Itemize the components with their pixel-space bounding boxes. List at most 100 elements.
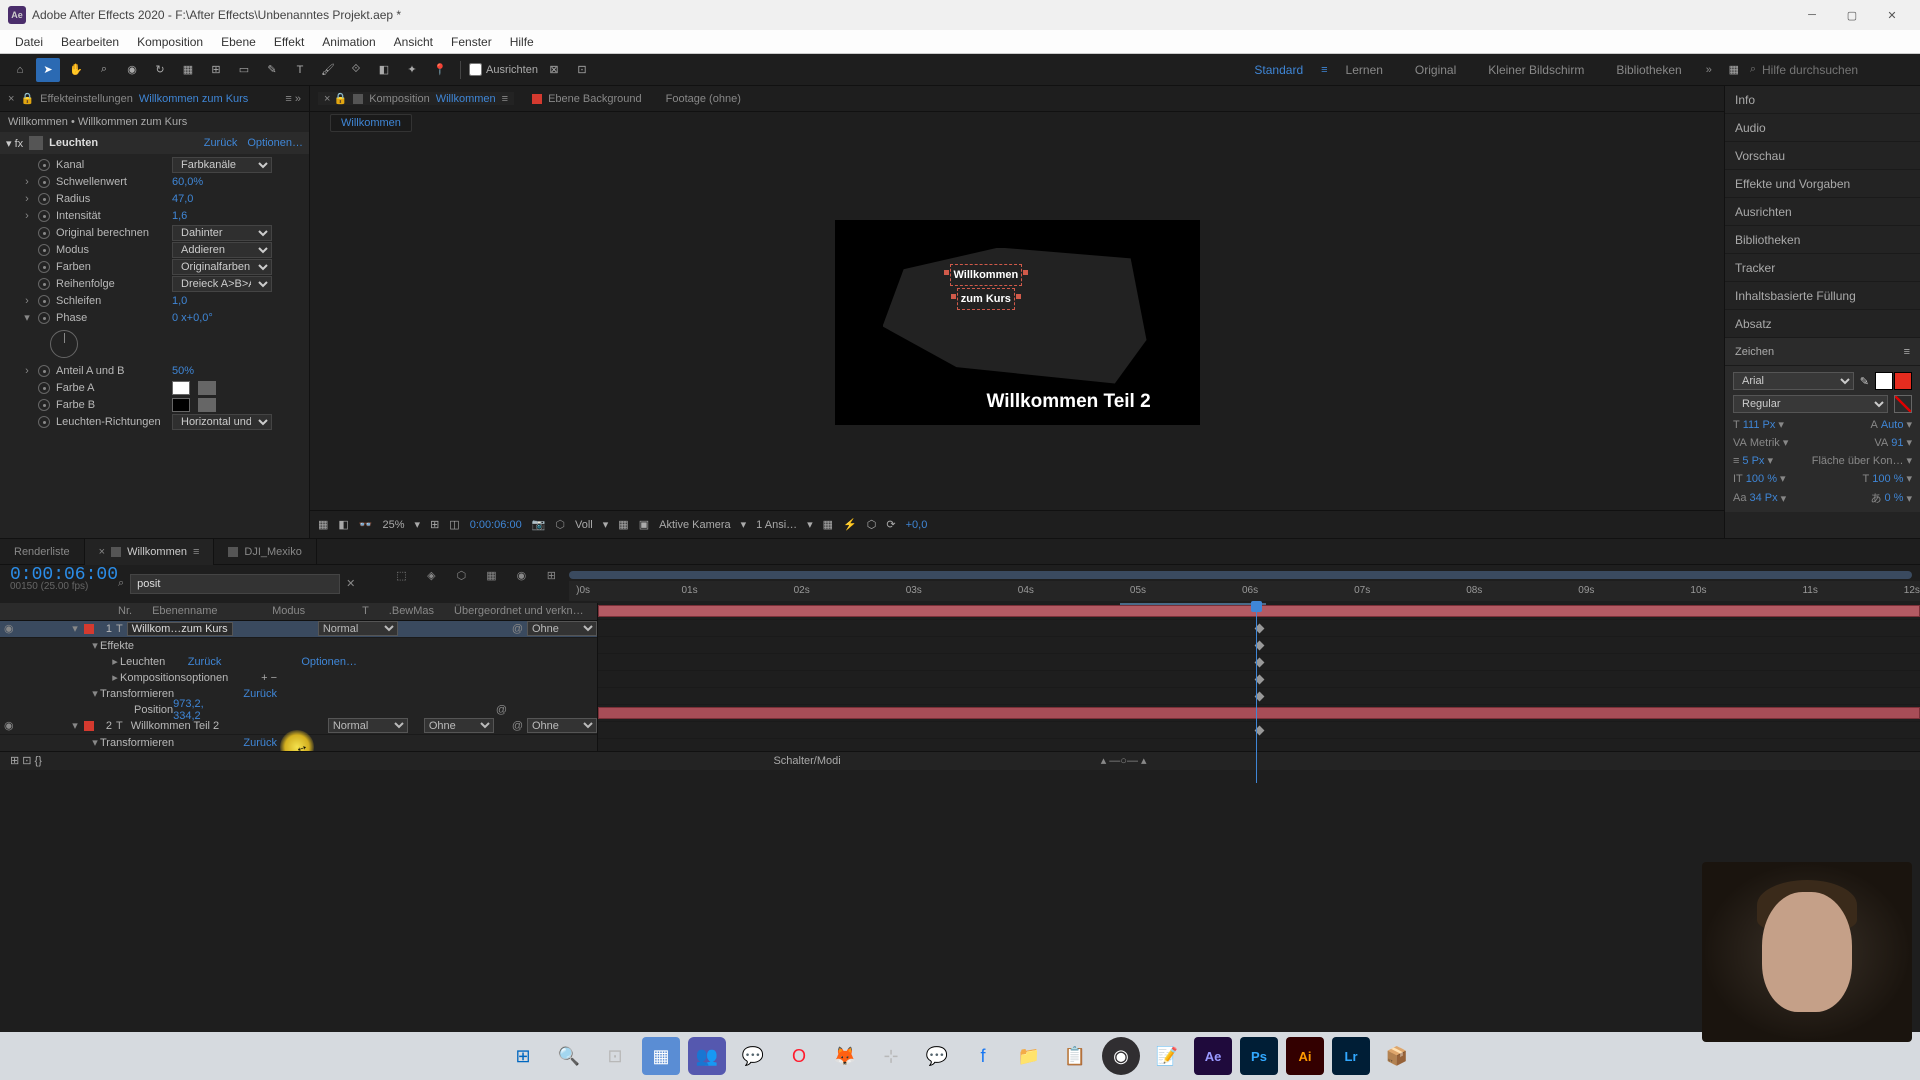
timeline-search-input[interactable] xyxy=(130,574,340,594)
layer-row-2[interactable]: ◉ ▾ 2 T Willkommen Teil 2 Normal Ohne @ … xyxy=(0,718,597,735)
hscale[interactable]: T 100 % ▾ xyxy=(1863,472,1912,485)
zoom-dropdown[interactable]: 25% xyxy=(383,519,405,531)
stopwatch-icon[interactable] xyxy=(38,261,50,273)
ai-icon[interactable]: Ai xyxy=(1286,1037,1324,1075)
menu-effekt[interactable]: Effekt xyxy=(265,35,313,49)
panel-vorschau[interactable]: Vorschau xyxy=(1725,142,1920,170)
messenger-icon[interactable]: 💬 xyxy=(918,1037,956,1075)
tl-tab-dji[interactable]: DJI_Mexiko xyxy=(214,539,316,565)
layer1-leuchten[interactable]: ▸LeuchtenZurückOptionen… xyxy=(0,654,597,670)
timeline-tracks[interactable] xyxy=(598,603,1920,751)
resolution-dropdown[interactable]: Voll xyxy=(575,519,593,531)
fast-icon[interactable]: ⚡ xyxy=(843,518,857,531)
color-swatches[interactable] xyxy=(1875,372,1912,390)
workspace-original[interactable]: Original xyxy=(1401,63,1470,77)
kanal-select[interactable]: Farbkanäle xyxy=(172,157,272,173)
pen-tool[interactable]: ✎ xyxy=(260,58,284,82)
app-icon[interactable]: ⊹ xyxy=(872,1037,910,1075)
alpha-icon[interactable]: ◧ xyxy=(338,518,348,531)
effect-panel-tab[interactable]: × 🔒 Effekteinstellungen Willkommen zum K… xyxy=(0,86,309,112)
text-layer-2[interactable]: Willkommen Teil 2 xyxy=(987,391,1151,413)
stroke-width[interactable]: ≡ 5 Px ▾ xyxy=(1733,454,1773,467)
stopwatch-icon[interactable] xyxy=(38,312,50,324)
grid-icon[interactable]: ⊞ xyxy=(430,518,439,531)
panel-effekte[interactable]: Effekte und Vorgaben xyxy=(1725,170,1920,198)
menu-komposition[interactable]: Komposition xyxy=(128,35,212,49)
playhead[interactable] xyxy=(1256,603,1257,783)
font-family-select[interactable]: Arial xyxy=(1733,372,1854,390)
exposure-value[interactable]: +0,0 xyxy=(906,519,928,531)
rotate-tool[interactable]: ↻ xyxy=(148,58,172,82)
views-dropdown[interactable]: 1 Ansi… xyxy=(756,519,797,531)
glasses-icon[interactable]: 👓 xyxy=(359,518,373,531)
text-tool[interactable]: T xyxy=(288,58,312,82)
minimize-button[interactable]: ─ xyxy=(1792,0,1832,30)
layer-row-1[interactable]: ◉ ▾ 1 T Willkom…zum Kurs Normal @ Ohne xyxy=(0,621,597,638)
stopwatch-icon[interactable] xyxy=(38,176,50,188)
visibility-icon[interactable]: ◉ xyxy=(4,719,18,733)
frame-blend-icon[interactable]: ▦ xyxy=(481,565,501,585)
leading[interactable]: A Auto ▾ xyxy=(1870,418,1912,431)
phase-dial[interactable] xyxy=(50,330,78,358)
ps-icon[interactable]: Ps xyxy=(1240,1037,1278,1075)
panel-inhaltsbasierte[interactable]: Inhaltsbasierte Füllung xyxy=(1725,282,1920,310)
menu-fenster[interactable]: Fenster xyxy=(442,35,501,49)
stopwatch-icon[interactable] xyxy=(38,295,50,307)
layer1-effekte[interactable]: ▾Effekte xyxy=(0,638,597,654)
clone-tool[interactable]: ⟐ xyxy=(344,58,368,82)
nav-bar[interactable] xyxy=(569,571,1912,579)
snap-grid-icon[interactable]: ⊡ xyxy=(570,58,594,82)
workspace-lernen[interactable]: Lernen xyxy=(1332,63,1397,77)
tsume[interactable]: あ 0 % ▾ xyxy=(1871,490,1913,506)
font-weight-select[interactable]: Regular xyxy=(1733,395,1888,413)
selection-tool[interactable]: ➤ xyxy=(36,58,60,82)
layer2-bar[interactable] xyxy=(598,707,1920,719)
eyedropper-b-icon[interactable] xyxy=(198,398,216,412)
fx-options[interactable]: Optionen… xyxy=(247,137,303,149)
menu-animation[interactable]: Animation xyxy=(313,35,384,49)
brush-tool[interactable]: 🖌 xyxy=(316,58,340,82)
workspace-bibliotheken[interactable]: Bibliotheken xyxy=(1602,63,1695,77)
fx-reset[interactable]: Zurück xyxy=(204,137,238,149)
start-icon[interactable]: ⊞ xyxy=(504,1037,542,1075)
comp-flow-icon[interactable]: ⬚ xyxy=(391,565,411,585)
baseline-shift[interactable]: Aa 34 Px ▾ xyxy=(1733,492,1786,505)
app-icon[interactable]: 📦 xyxy=(1378,1037,1416,1075)
workspace-standard[interactable]: Standard xyxy=(1240,63,1317,77)
fx-visibility-icon[interactable] xyxy=(29,136,43,150)
radius-value[interactable]: 47,0 xyxy=(172,193,193,205)
stroke-swatch[interactable] xyxy=(1894,372,1912,390)
explorer-icon[interactable]: 📁 xyxy=(1010,1037,1048,1075)
original-select[interactable]: Dahinter xyxy=(172,225,272,241)
pan-behind-tool[interactable]: ⊞ xyxy=(204,58,228,82)
menu-ebene[interactable]: Ebene xyxy=(212,35,265,49)
stopwatch-icon[interactable] xyxy=(38,227,50,239)
switches-modes-toggle[interactable]: Schalter/Modi xyxy=(773,755,840,767)
eraser-tool[interactable]: ◧ xyxy=(372,58,396,82)
color-a-swatch[interactable] xyxy=(172,381,190,395)
panel-audio[interactable]: Audio xyxy=(1725,114,1920,142)
modus-select[interactable]: Addieren xyxy=(172,242,272,258)
motion-blur-icon[interactable]: ◉ xyxy=(511,565,531,585)
help-search-input[interactable] xyxy=(1762,63,1912,77)
blend-mode-select[interactable]: Normal xyxy=(318,621,398,636)
roto-tool[interactable]: ✦ xyxy=(400,58,424,82)
menu-ansicht[interactable]: Ansicht xyxy=(385,35,442,49)
parent-select[interactable]: Ohne xyxy=(527,621,597,636)
schwellenwert-value[interactable]: 60,0% xyxy=(172,176,203,188)
menu-hilfe[interactable]: Hilfe xyxy=(501,35,543,49)
panel-bibliotheken[interactable]: Bibliotheken xyxy=(1725,226,1920,254)
camera-tool[interactable]: ▦ xyxy=(176,58,200,82)
pickwhip-icon[interactable]: @ xyxy=(512,623,523,635)
comp-tab-footage[interactable]: Footage (ohne) xyxy=(660,93,747,105)
tl-tab-willkommen[interactable]: × Willkommen ≡ xyxy=(85,539,215,565)
panel-absatz[interactable]: Absatz xyxy=(1725,310,1920,338)
eyedropper-icon[interactable]: ✎ xyxy=(1860,375,1869,388)
roi-icon[interactable]: ▣ xyxy=(639,518,649,531)
color-b-swatch[interactable] xyxy=(172,398,190,412)
layer1-position[interactable]: Position973,2, 334,2@ xyxy=(0,702,597,718)
reihenfolge-select[interactable]: Dreieck A>B>A xyxy=(172,276,272,292)
app-icon[interactable]: ▦ xyxy=(642,1037,680,1075)
fill-swatch[interactable] xyxy=(1875,372,1893,390)
tracking[interactable]: VA 91 ▾ xyxy=(1874,436,1912,449)
